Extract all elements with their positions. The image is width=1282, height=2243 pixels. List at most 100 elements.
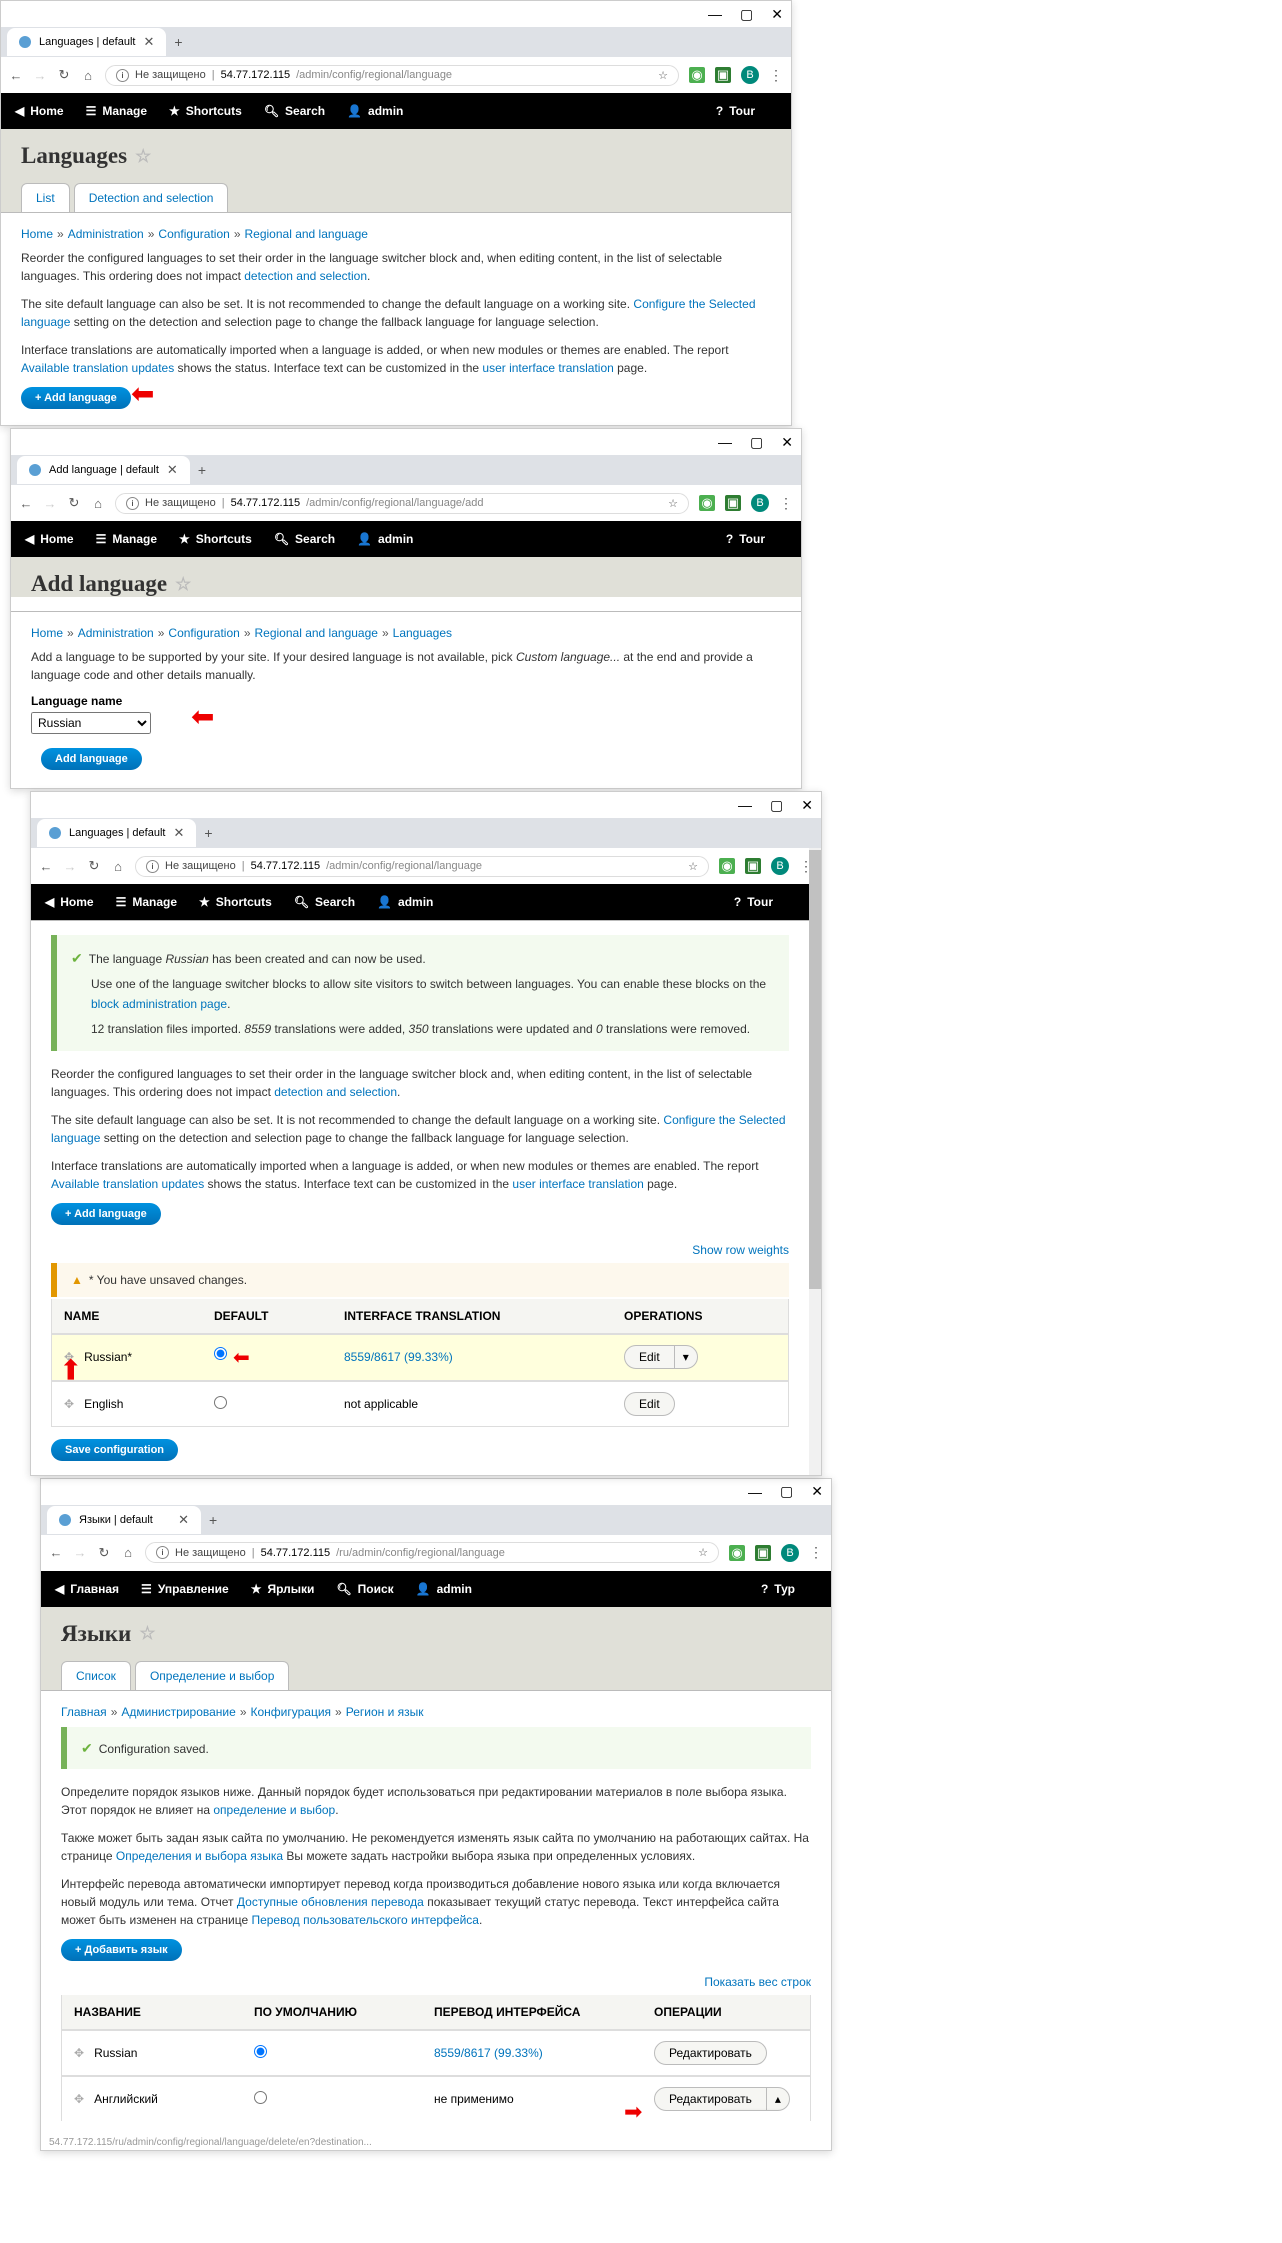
close-icon[interactable]: ✕ [811,1483,823,1500]
star-icon[interactable]: ☆ [668,497,678,510]
profile-avatar[interactable]: B [781,1544,799,1562]
tab-list[interactable]: Список [61,1661,131,1690]
forward-icon[interactable]: → [63,859,77,874]
translation-progress-link[interactable]: 8559/8617 (99.33%) [434,2046,543,2060]
tour-button[interactable]: ?Тур [761,1582,795,1596]
extension-icon[interactable]: ◉ [699,495,715,511]
star-icon[interactable]: ☆ [688,860,698,873]
minimize-icon[interactable]: — [748,1484,762,1500]
back-icon[interactable]: ← [9,68,23,83]
default-radio[interactable] [214,1396,227,1409]
default-radio[interactable] [254,2091,267,2104]
breadcrumb-languages[interactable]: Languages [393,626,452,640]
search-button[interactable]: 🔍︎Search [264,104,325,118]
reload-icon[interactable]: ↻ [57,67,71,83]
back-to-site-button[interactable]: ◀Home [15,104,64,118]
edit-button[interactable]: Редактировать [655,2042,766,2064]
star-icon[interactable]: ☆ [698,1546,708,1559]
extension-icon[interactable]: ▣ [715,67,731,83]
admin-button[interactable]: 👤admin [377,895,433,909]
star-icon[interactable]: ☆ [658,69,668,82]
menu-icon[interactable]: ⋮ [809,1544,823,1561]
tab-close-icon[interactable]: ✕ [167,462,178,478]
edit-button[interactable]: Редактировать [655,2088,766,2110]
extension-icon[interactable]: ◉ [729,1545,745,1561]
back-to-site-button[interactable]: ◀Home [25,532,74,546]
browser-tab[interactable]: Add language | default✕ [17,456,190,484]
new-tab-button[interactable]: + [174,34,182,50]
new-tab-button[interactable]: + [204,825,212,841]
star-icon[interactable]: ☆ [175,574,191,595]
show-row-weights-link[interactable]: Show row weights [692,1243,789,1257]
delete-button[interactable]: Удалить [721,2110,789,2111]
browser-tab[interactable]: Languages | default✕ [37,819,196,847]
profile-avatar[interactable]: B [741,66,759,84]
profile-avatar[interactable]: B [751,494,769,512]
show-row-weights-link[interactable]: Показать вес строк [704,1975,811,1989]
address-bar[interactable]: iНе защищено|54.77.172.115/admin/config/… [115,493,689,514]
tab-detection-selection[interactable]: Определение и выбор [135,1661,289,1690]
info-icon[interactable]: i [126,497,139,510]
translation-updates-link[interactable]: Доступные обновления перевода [237,1895,424,1909]
drag-handle-icon[interactable]: ✥ [64,1397,74,1411]
detection-selection-link[interactable]: detection and selection [274,1085,397,1099]
extension-icon[interactable]: ◉ [689,67,705,83]
drag-handle-icon[interactable]: ✥ [74,2092,84,2106]
info-icon[interactable]: i [156,1546,169,1559]
ui-translation-link[interactable]: user interface translation [512,1177,643,1191]
extension-icon[interactable]: ◉ [719,858,735,874]
tab-close-icon[interactable]: ✕ [143,34,154,50]
add-language-button[interactable]: + Добавить язык [61,1939,182,1961]
address-bar[interactable]: iНе защищено|54.77.172.115/admin/config/… [135,856,709,877]
new-tab-button[interactable]: + [209,1512,217,1528]
ui-translation-link[interactable]: Перевод пользовательского интерфейса [251,1913,479,1927]
dropdown-toggle[interactable]: ▾ [674,1346,697,1368]
ui-translation-link[interactable]: user interface translation [482,361,613,375]
breadcrumb-regional[interactable]: Regional and language [245,227,368,241]
search-button[interactable]: 🔍︎Search [274,532,335,546]
save-configuration-button[interactable]: Save configuration [51,1439,178,1461]
add-language-button[interactable]: + Add language [21,387,131,409]
breadcrumb-home[interactable]: Главная [61,1705,107,1719]
search-button[interactable]: 🔍︎Search [294,895,355,909]
browser-tab[interactable]: Языки | default✕ [47,1506,201,1534]
breadcrumb-regional[interactable]: Регион и язык [346,1705,424,1719]
home-icon[interactable]: ⌂ [81,68,95,83]
back-to-site-button[interactable]: ◀Home [45,895,94,909]
close-icon[interactable]: ✕ [781,434,793,451]
tab-list[interactable]: List [21,183,70,212]
menu-icon[interactable]: ⋮ [769,67,783,84]
scrollbar[interactable] [809,848,821,1475]
maximize-icon[interactable]: ▢ [740,6,753,23]
tab-close-icon[interactable]: ✕ [173,825,184,841]
configure-selected-link[interactable]: Определения и выбора языка [116,1849,283,1863]
browser-tab[interactable]: Languages | default✕ [7,28,166,56]
minimize-icon[interactable]: — [718,434,732,450]
home-icon[interactable]: ⌂ [121,1545,135,1560]
menu-icon[interactable]: ⋮ [779,495,793,512]
info-icon[interactable]: i [146,860,159,873]
dropdown-toggle[interactable]: ▴ [766,2088,789,2110]
manage-button[interactable]: ☰Manage [116,895,177,909]
star-icon[interactable]: ☆ [135,146,151,167]
add-language-submit[interactable]: Add language [41,748,142,770]
add-language-button[interactable]: + Add language [51,1203,161,1225]
minimize-icon[interactable]: — [738,797,752,813]
back-icon[interactable]: ← [39,859,53,874]
new-tab-button[interactable]: + [198,462,206,478]
shortcuts-button[interactable]: ★Shortcuts [179,532,252,546]
manage-button[interactable]: ☰Manage [86,104,147,118]
address-bar[interactable]: iНе защищено|54.77.172.115/admin/config/… [105,65,679,86]
forward-icon[interactable]: → [33,68,47,83]
maximize-icon[interactable]: ▢ [780,1483,793,1500]
back-icon[interactable]: ← [19,496,33,511]
reload-icon[interactable]: ↻ [97,1545,111,1561]
back-icon[interactable]: ← [49,1545,63,1560]
home-icon[interactable]: ⌂ [91,496,105,511]
shortcuts-button[interactable]: ★Shortcuts [169,104,242,118]
star-icon[interactable]: ☆ [139,1623,155,1644]
translation-updates-link[interactable]: Available translation updates [21,361,174,375]
close-icon[interactable]: ✕ [771,6,783,23]
maximize-icon[interactable]: ▢ [770,797,783,814]
manage-button[interactable]: ☰Управление [141,1582,229,1596]
